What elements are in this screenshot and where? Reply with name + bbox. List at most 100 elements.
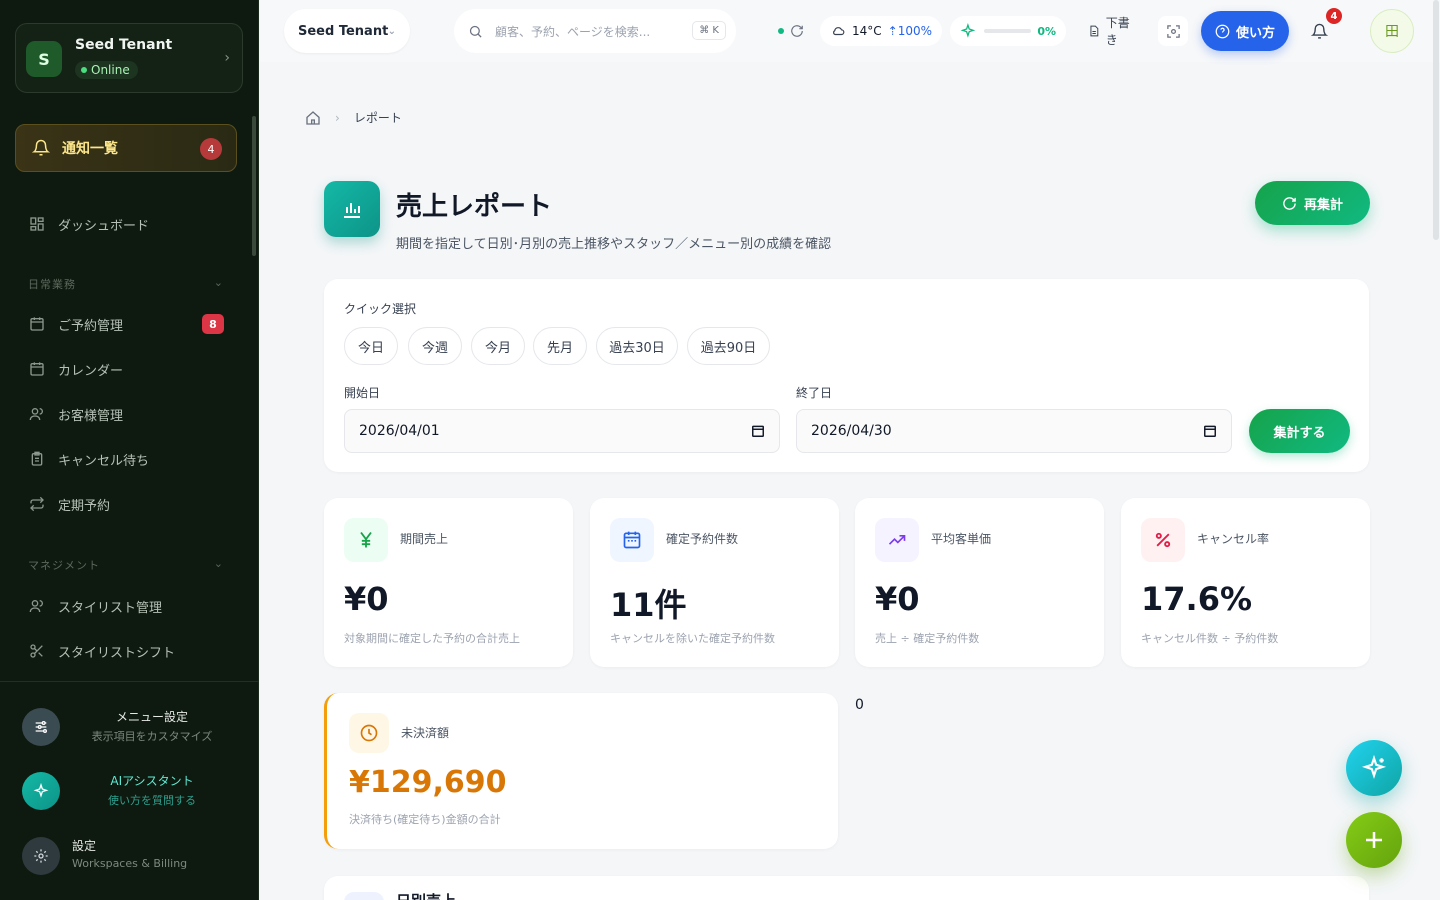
tenant-avatar: S [26, 41, 62, 77]
scan-button[interactable] [1158, 16, 1188, 46]
chip-this-week[interactable]: 今週 [408, 327, 462, 365]
bell-icon [1310, 23, 1328, 39]
sparkle-icon [22, 772, 60, 810]
calendar-icon[interactable] [1203, 424, 1217, 438]
end-date-label: 終了日 [796, 386, 833, 400]
bell-badge: 4 [1326, 8, 1342, 24]
sync-button[interactable] [774, 16, 808, 46]
end-date-value: 2026/04/30 [811, 423, 892, 439]
unpaid-description: 決済待ち(確定待ち)金額の合計 [349, 813, 501, 826]
progress-widget[interactable]: 0% [950, 16, 1066, 46]
start-date-input[interactable]: 2026/04/01 [344, 409, 780, 453]
weather-widget[interactable]: 14°C ⇡ 100% [820, 16, 942, 46]
start-date-value: 2026/04/01 [359, 423, 440, 439]
stat-card-confirmed: 確定予約件数 11件 キャンセルを除いた確定予約件数 [590, 498, 839, 667]
recalculate-button[interactable]: 再集計 [1255, 181, 1370, 225]
repeat-icon [28, 495, 46, 513]
notifications-count: 4 [200, 138, 222, 160]
chart-icon [324, 181, 380, 237]
sidebar-item-shifts[interactable]: スタイリストシフト [28, 639, 228, 663]
sliders-icon [22, 708, 60, 746]
section-management-header[interactable]: マネジメント ⌄ [28, 557, 224, 573]
ai-assistant-button[interactable]: AIアシスタント 使い方を質問する [22, 770, 242, 812]
chart-icon [344, 892, 384, 900]
cloud-icon [833, 27, 845, 36]
search-icon [469, 25, 482, 38]
tenant-name: Seed Tenant [75, 37, 173, 53]
status-dot [81, 67, 87, 73]
filter-card: クイック選択 今日 今週 今月 先月 過去30日 過去90日 開始日 2026/… [324, 279, 1369, 472]
help-button[interactable]: 使い方 [1201, 11, 1289, 51]
sparkle-icon [960, 23, 976, 38]
sidebar-item-reservations[interactable]: ご予約管理 8 [28, 312, 228, 336]
percent-icon [1141, 518, 1185, 562]
sidebar: S Seed Tenant Online › 通知一覧 4 ダッシュボード 日常… [0, 0, 259, 900]
tenant-switcher[interactable]: S Seed Tenant Online › [15, 23, 243, 93]
refresh-icon [791, 25, 803, 37]
trending-up-icon [875, 518, 919, 562]
chevron-down-icon: ⌄ [213, 557, 224, 570]
sidebar-item-label: キャンセル待ち [58, 453, 150, 469]
daily-sales-title: 日別売上 [396, 890, 456, 900]
bell-icon [32, 139, 50, 156]
gear-icon [22, 837, 60, 875]
sidebar-item-label: ダッシュボード [58, 218, 150, 234]
unpaid-value: ¥129,690 [349, 765, 507, 800]
yen-icon [344, 518, 388, 562]
calendar-icon[interactable] [751, 424, 765, 438]
stat-description: キャンセルを除いた確定予約件数 [610, 632, 775, 645]
tenant-status: Online [91, 63, 130, 77]
add-button[interactable] [1346, 812, 1402, 868]
section-management-label: マネジメント [28, 559, 100, 572]
settings-button[interactable]: 設定 Workspaces & Billing [22, 835, 242, 877]
section-daily-label: 日常業務 [28, 278, 76, 291]
clipboard-icon [28, 450, 46, 468]
app-grid-button[interactable]: 田 [1370, 9, 1414, 53]
users-icon [28, 405, 46, 423]
chip-this-month[interactable]: 今月 [471, 327, 525, 365]
scan-icon [1166, 24, 1180, 38]
breadcrumb-separator: › [335, 110, 340, 125]
chevron-down-icon: ⌄ [387, 25, 396, 37]
search-shortcut: ⌘ K [692, 21, 726, 40]
chevron-down-icon: ⌄ [213, 276, 224, 289]
breadcrumb: › レポート [305, 109, 402, 126]
home-icon[interactable] [305, 110, 321, 126]
sidebar-scrollbar[interactable] [252, 116, 256, 256]
humidity-icon: ⇡ [887, 24, 898, 38]
draft-button[interactable]: 下書き [1078, 16, 1146, 47]
chip-last-90-days[interactable]: 過去90日 [687, 327, 770, 365]
stat-description: 売上 ÷ 確定予約件数 [875, 632, 980, 645]
settings-title: 設定 [72, 839, 97, 853]
search-input[interactable]: 顧客、予約、ページを検索... ⌘ K [454, 9, 736, 53]
tenant-selector-label: Seed Tenant [298, 23, 389, 39]
chip-last-month[interactable]: 先月 [533, 327, 587, 365]
sidebar-item-stylists[interactable]: スタイリスト管理 [28, 594, 228, 618]
sidebar-item-label: カレンダー [58, 363, 124, 379]
quick-select-label: クイック選択 [344, 302, 417, 316]
sidebar-item-waitlist[interactable]: キャンセル待ち [28, 447, 228, 471]
sidebar-item-customers[interactable]: お客様管理 [28, 402, 228, 426]
end-date-input[interactable]: 2026/04/30 [796, 409, 1232, 453]
chip-last-30-days[interactable]: 過去30日 [596, 327, 678, 365]
ai-assistant-title: AIアシスタント [110, 774, 194, 788]
notifications-button[interactable]: 通知一覧 4 [15, 124, 237, 172]
stat-description: 対象期間に確定した予約の合計売上 [344, 632, 520, 645]
section-daily-header[interactable]: 日常業務 ⌄ [28, 276, 224, 292]
refresh-icon [1283, 196, 1296, 210]
menu-settings-button[interactable]: メニュー設定 表示項目をカスタマイズ [22, 706, 242, 748]
sidebar-item-label: お客様管理 [58, 408, 124, 424]
main-scrollbar[interactable] [1433, 0, 1439, 240]
notifications-label: 通知一覧 [62, 141, 118, 157]
sidebar-item-dashboard[interactable]: ダッシュボード [28, 212, 228, 236]
chip-today[interactable]: 今日 [344, 327, 398, 365]
menu-settings-title: メニュー設定 [115, 710, 188, 724]
grid-icon [28, 215, 46, 233]
sidebar-item-recurring[interactable]: 定期予約 [28, 492, 228, 516]
tenant-selector[interactable]: Seed Tenant ⌄ [284, 9, 410, 53]
ai-assistant-fab[interactable] [1346, 740, 1402, 796]
help-circle-icon [1215, 24, 1230, 38]
sidebar-item-calendar[interactable]: カレンダー [28, 357, 228, 381]
sidebar-divider [0, 681, 259, 682]
aggregate-button[interactable]: 集計する [1249, 409, 1350, 453]
